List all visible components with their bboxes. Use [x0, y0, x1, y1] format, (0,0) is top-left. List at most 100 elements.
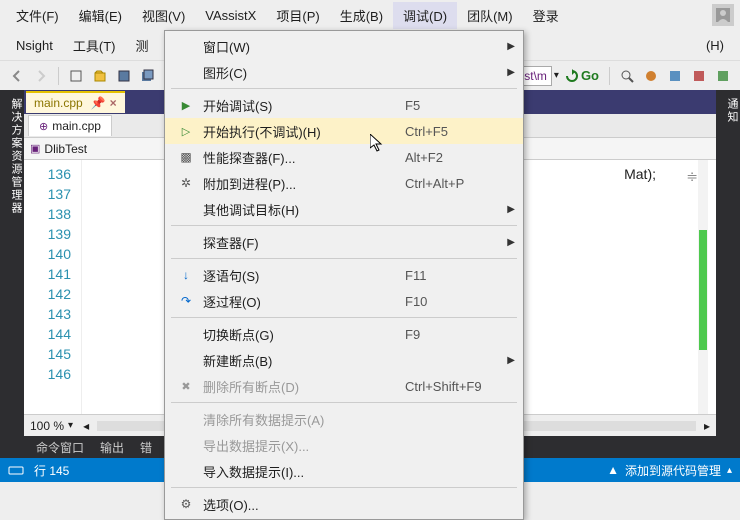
menu-shortcut: Alt+F2	[405, 150, 515, 165]
menu-item-toggle-breakpoint[interactable]: 切换断点(G)F9	[165, 321, 523, 347]
menu-item-new-breakpoint[interactable]: 新建断点(B)▶	[165, 347, 523, 373]
line-number: 145	[24, 344, 71, 364]
menu-file[interactable]: 文件(F)	[6, 2, 69, 29]
menu-edit[interactable]: 编辑(E)	[69, 2, 132, 29]
menu-shortcut: F10	[405, 294, 515, 309]
menu-item-options[interactable]: ⚙选项(O)...	[165, 491, 523, 517]
menu-item-import-datatips[interactable]: 导入数据提示(I)...	[165, 458, 523, 484]
user-account-icon[interactable]	[712, 4, 734, 26]
line-number: 141	[24, 264, 71, 284]
ext-icon-3[interactable]	[712, 65, 734, 87]
path-dropdown-icon[interactable]: ▾	[554, 70, 559, 81]
project-icon: ▣	[30, 142, 40, 155]
menu-item-perf-profiler[interactable]: ▩ 性能探查器(F)...Alt+F2	[165, 144, 523, 170]
menu-vassistx[interactable]: VAssistX	[195, 4, 266, 27]
menu-project[interactable]: 项目(P)	[266, 2, 329, 29]
notifications-tab[interactable]: 通知	[716, 90, 740, 458]
menu-label: 附加到进程(P)...	[199, 174, 405, 193]
menu-item-windows[interactable]: 窗口(W)▶	[165, 33, 523, 59]
h-scroll-left-icon[interactable]: ◂	[83, 419, 89, 433]
new-file-icon[interactable]	[65, 65, 87, 87]
menu-item-start-debug[interactable]: ▶开始调试(S)F5	[165, 92, 523, 118]
cpp-file-icon: ⊕	[39, 120, 48, 133]
menu-label: 开始执行(不调试)(H)	[199, 122, 405, 141]
scope-label[interactable]: DlibTest	[44, 142, 87, 156]
menu-separator	[171, 317, 517, 318]
menu-build[interactable]: 生成(B)	[330, 2, 393, 29]
line-number: 139	[24, 224, 71, 244]
menu-separator	[171, 225, 517, 226]
menu-item-start-without-debug[interactable]: ▷开始执行(不调试)(H)Ctrl+F5	[165, 118, 523, 144]
menu-label: 其他调试目标(H)	[199, 200, 515, 219]
tab-command-window[interactable]: 命令窗口	[28, 437, 92, 458]
solution-explorer-tab[interactable]: 解决方案资源管理器	[0, 90, 24, 458]
menu-label: 清除所有数据提示(A)	[199, 410, 515, 429]
menu-item-attach-process[interactable]: ✲附加到进程(P)...Ctrl+Alt+P	[165, 170, 523, 196]
status-line-col: 行 145	[34, 462, 69, 479]
menu-item-other-targets[interactable]: 其他调试目标(H)▶	[165, 196, 523, 222]
ext-icon-1[interactable]	[664, 65, 686, 87]
tab-output[interactable]: 输出	[92, 437, 132, 458]
open-file-icon[interactable]	[89, 65, 111, 87]
menu-label: 逐过程(O)	[199, 292, 405, 311]
toolbar-right-group	[616, 65, 734, 87]
find-icon[interactable]	[616, 65, 638, 87]
submenu-arrow-icon: ▶	[507, 41, 515, 52]
line-number-gutter: 136 137 138 139 140 141 142 143 144 145 …	[24, 160, 82, 414]
menu-shortcut: F9	[405, 327, 515, 342]
collapse-handle-icon[interactable]: ≑	[686, 166, 698, 186]
source-control-dropdown-icon[interactable]: ▴	[727, 465, 732, 476]
menu-label: 切换断点(G)	[199, 325, 405, 344]
menu-separator	[171, 487, 517, 488]
save-icon[interactable]	[113, 65, 135, 87]
add-to-source-control[interactable]: 添加到源代码管理	[625, 462, 721, 479]
delete-breakpoints-icon: ✖	[181, 380, 190, 393]
menu-tools[interactable]: 工具(T)	[63, 32, 126, 59]
menu-shortcut: F11	[405, 268, 515, 283]
tab-error-truncated[interactable]: 错	[132, 437, 160, 458]
menu-shortcut: F5	[405, 98, 515, 113]
tab-label: main.cpp	[34, 96, 83, 110]
menu-item-step-over[interactable]: ↷ 逐过程(O)F10	[165, 288, 523, 314]
zoom-dropdown-icon[interactable]: ▾	[68, 420, 73, 431]
nav-back-icon[interactable]	[6, 65, 28, 87]
menu-item-export-datatips: 导出数据提示(X)...	[165, 432, 523, 458]
step-over-icon: ↷	[181, 294, 191, 308]
menu-item-graphics[interactable]: 图形(C)▶	[165, 59, 523, 85]
va-icon[interactable]	[640, 65, 662, 87]
step-into-icon: ↓	[183, 268, 189, 282]
go-label: Go	[581, 68, 599, 83]
file-tab-main-cpp[interactable]: ⊕ main.cpp	[28, 115, 112, 136]
scroll-thumb[interactable]	[699, 230, 707, 350]
file-tab-label: main.cpp	[52, 119, 101, 133]
menu-debug[interactable]: 调试(D)	[393, 2, 457, 29]
save-all-icon[interactable]	[137, 65, 159, 87]
pin-icon[interactable]: 📌	[91, 96, 106, 110]
menu-item-step-into[interactable]: ↓逐语句(S)F11	[165, 262, 523, 288]
close-icon[interactable]: ×	[110, 96, 117, 110]
menu-item-delete-breakpoints: ✖删除所有断点(D)Ctrl+Shift+F9	[165, 373, 523, 399]
go-button[interactable]: Go	[561, 68, 603, 83]
menu-nsight[interactable]: Nsight	[6, 34, 63, 57]
menu-item-clear-datatips: 清除所有数据提示(A)	[165, 406, 523, 432]
drive-icon[interactable]	[8, 464, 24, 476]
zoom-level[interactable]: 100 %	[30, 419, 64, 433]
line-number: 144	[24, 324, 71, 344]
menu-login[interactable]: 登录	[523, 2, 569, 29]
menu-truncated[interactable]: 测	[125, 32, 158, 59]
vertical-scrollbar[interactable]	[698, 160, 708, 414]
ext-icon-2[interactable]	[688, 65, 710, 87]
line-number: 137	[24, 184, 71, 204]
menu-help-fragment[interactable]: (H)	[696, 34, 734, 57]
menu-label: 选项(O)...	[199, 495, 515, 514]
menu-shortcut: Ctrl+Alt+P	[405, 176, 515, 191]
menu-team[interactable]: 团队(M)	[457, 2, 523, 29]
menu-view[interactable]: 视图(V)	[132, 2, 195, 29]
menu-item-profiler[interactable]: 探查器(F)▶	[165, 229, 523, 255]
h-scroll-right-icon[interactable]: ▸	[704, 419, 710, 433]
menu-label: 性能探查器(F)...	[199, 148, 405, 167]
tab-main-cpp[interactable]: main.cpp 📌 ×	[26, 91, 125, 113]
profiler-icon: ▩	[180, 150, 191, 164]
nav-forward-icon[interactable]	[30, 65, 52, 87]
toolbar-separator	[609, 67, 610, 85]
